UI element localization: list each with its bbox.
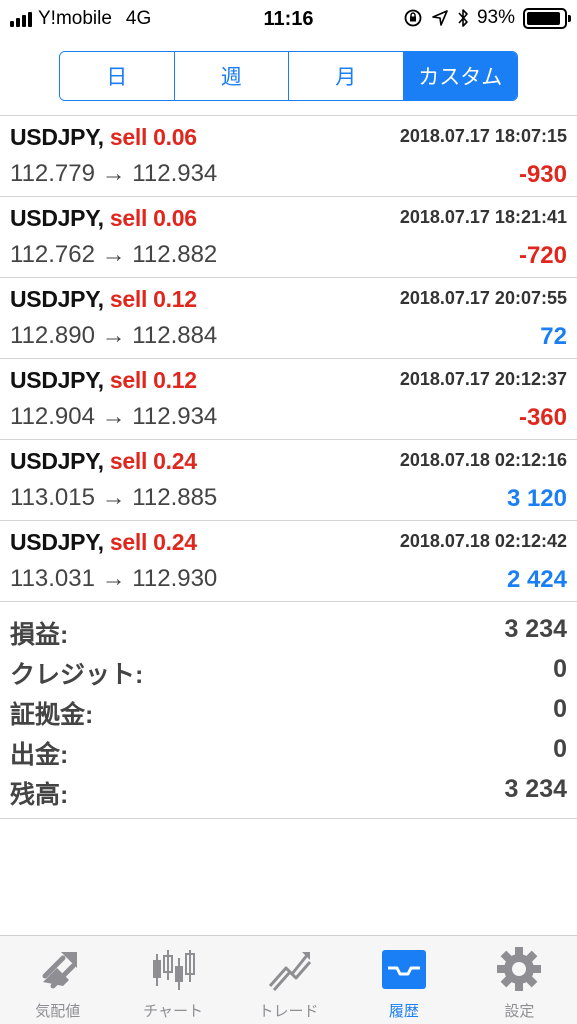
summary-withdrawal-row: 出金: 0 xyxy=(0,731,577,771)
trade-datetime: 2018.07.17 20:07:55 xyxy=(399,288,567,308)
trade-profit: -930 xyxy=(518,161,567,188)
trade-profit: -720 xyxy=(518,242,567,269)
tab-label: チャート xyxy=(143,1003,204,1020)
trade-profit: 2 424 xyxy=(506,566,567,593)
summary-label: 残高: xyxy=(10,781,69,809)
summary-label: 出金: xyxy=(10,741,69,769)
trade-side: sell 0.12 xyxy=(109,286,197,312)
history-icon xyxy=(381,950,426,989)
tab-trade[interactable]: トレード xyxy=(231,936,346,1024)
trade-row[interactable]: USDJPY, sell 0.06 2018.07.17 18:21:41 11… xyxy=(0,197,577,278)
tab-chart[interactable]: チャート xyxy=(115,936,230,1024)
trade-datetime: 2018.07.17 18:07:15 xyxy=(399,126,567,146)
tab-label: トレード xyxy=(258,1003,319,1020)
segment-week[interactable]: 週 xyxy=(174,52,289,100)
trade-prices: 112.904 → 112.934 xyxy=(10,403,218,430)
battery-percent: 93% xyxy=(476,7,515,28)
status-bar: Y!mobile 4G 11:16 93% xyxy=(0,0,577,38)
summary-value: 3 234 xyxy=(504,615,567,643)
settings-icon xyxy=(497,947,542,991)
trade-symbol: USDJPY, xyxy=(10,205,104,231)
trade-profit: 3 120 xyxy=(506,485,567,512)
trade-row[interactable]: USDJPY, sell 0.12 2018.07.17 20:07:55 11… xyxy=(0,278,577,359)
trade-side: sell 0.12 xyxy=(109,367,197,393)
summary-label: クレジット: xyxy=(10,661,144,689)
tab-history[interactable]: 履歴 xyxy=(346,936,461,1024)
trade-datetime: 2018.07.18 02:12:16 xyxy=(399,450,567,470)
segment-day[interactable]: 日 xyxy=(60,52,175,100)
trade-row[interactable]: USDJPY, sell 0.24 2018.07.18 02:12:16 11… xyxy=(0,440,577,521)
trade-side: sell 0.06 xyxy=(109,124,197,150)
tab-label: 気配値 xyxy=(35,1003,81,1020)
tab-label: 設定 xyxy=(504,1003,535,1020)
trade-prices: 113.031 → 112.930 xyxy=(10,565,218,592)
chart-icon xyxy=(153,950,196,990)
trade-datetime: 2018.07.18 02:12:42 xyxy=(399,531,567,551)
trade-row[interactable]: USDJPY, sell 0.24 2018.07.18 02:12:42 11… xyxy=(0,521,577,602)
summary-value: 0 xyxy=(553,655,567,683)
segment-custom[interactable]: カスタム xyxy=(403,52,517,100)
bluetooth-icon xyxy=(458,9,468,27)
trade-side: sell 0.06 xyxy=(109,205,197,231)
quotes-icon xyxy=(42,952,77,989)
trade-profit: 72 xyxy=(540,323,567,350)
summary-balance-row: 残高: 3 234 xyxy=(0,771,577,811)
trade-side: sell 0.24 xyxy=(109,448,197,474)
summary-credit-row: クレジット: 0 xyxy=(0,651,577,691)
trade-symbol: USDJPY, xyxy=(10,448,104,474)
trade-icon xyxy=(268,952,311,991)
summary-value: 0 xyxy=(553,735,567,763)
trade-profit: -360 xyxy=(518,404,567,431)
tab-label: 履歴 xyxy=(388,1003,419,1020)
trade-datetime: 2018.07.17 18:21:41 xyxy=(399,207,567,227)
summary-profit-row: 損益: 3 234 xyxy=(0,611,577,651)
trade-row[interactable]: USDJPY, sell 0.06 2018.07.17 18:07:15 11… xyxy=(0,116,577,197)
summary-deposit-row: 証拠金: 0 xyxy=(0,691,577,731)
trade-symbol: USDJPY, xyxy=(10,286,104,312)
tab-bar: 気配値 チャート トレード 履歴 設定 xyxy=(0,935,577,1024)
tab-settings[interactable]: 設定 xyxy=(462,936,577,1024)
orientation-lock-icon xyxy=(404,9,422,27)
tab-quotes[interactable]: 気配値 xyxy=(0,936,115,1024)
trade-symbol: USDJPY, xyxy=(10,367,104,393)
trade-symbol: USDJPY, xyxy=(10,529,104,555)
summary-label: 証拠金: xyxy=(10,701,94,729)
trade-side: sell 0.24 xyxy=(109,529,197,555)
trade-datetime: 2018.07.17 20:12:37 xyxy=(399,369,567,389)
trade-symbol: USDJPY, xyxy=(10,124,104,150)
battery-icon xyxy=(523,7,571,29)
trade-row[interactable]: USDJPY, sell 0.12 2018.07.17 20:12:37 11… xyxy=(0,359,577,440)
trade-history-list: USDJPY, sell 0.06 2018.07.17 18:07:15 11… xyxy=(0,116,577,602)
account-summary: 損益: 3 234 クレジット: 0 証拠金: 0 出金: 0 残高: 3 23… xyxy=(0,611,577,819)
summary-label: 損益: xyxy=(10,621,69,649)
trade-prices: 112.762 → 112.882 xyxy=(10,241,218,268)
summary-value: 3 234 xyxy=(504,775,567,803)
summary-value: 0 xyxy=(553,695,567,723)
location-arrow-icon xyxy=(432,10,448,26)
segment-month[interactable]: 月 xyxy=(289,52,404,100)
period-segmented-control: 日 週 月 カスタム xyxy=(59,51,518,101)
trade-prices: 112.779 → 112.934 xyxy=(10,160,218,187)
trade-prices: 113.015 → 112.885 xyxy=(10,484,218,511)
trade-prices: 112.890 → 112.884 xyxy=(10,322,218,349)
